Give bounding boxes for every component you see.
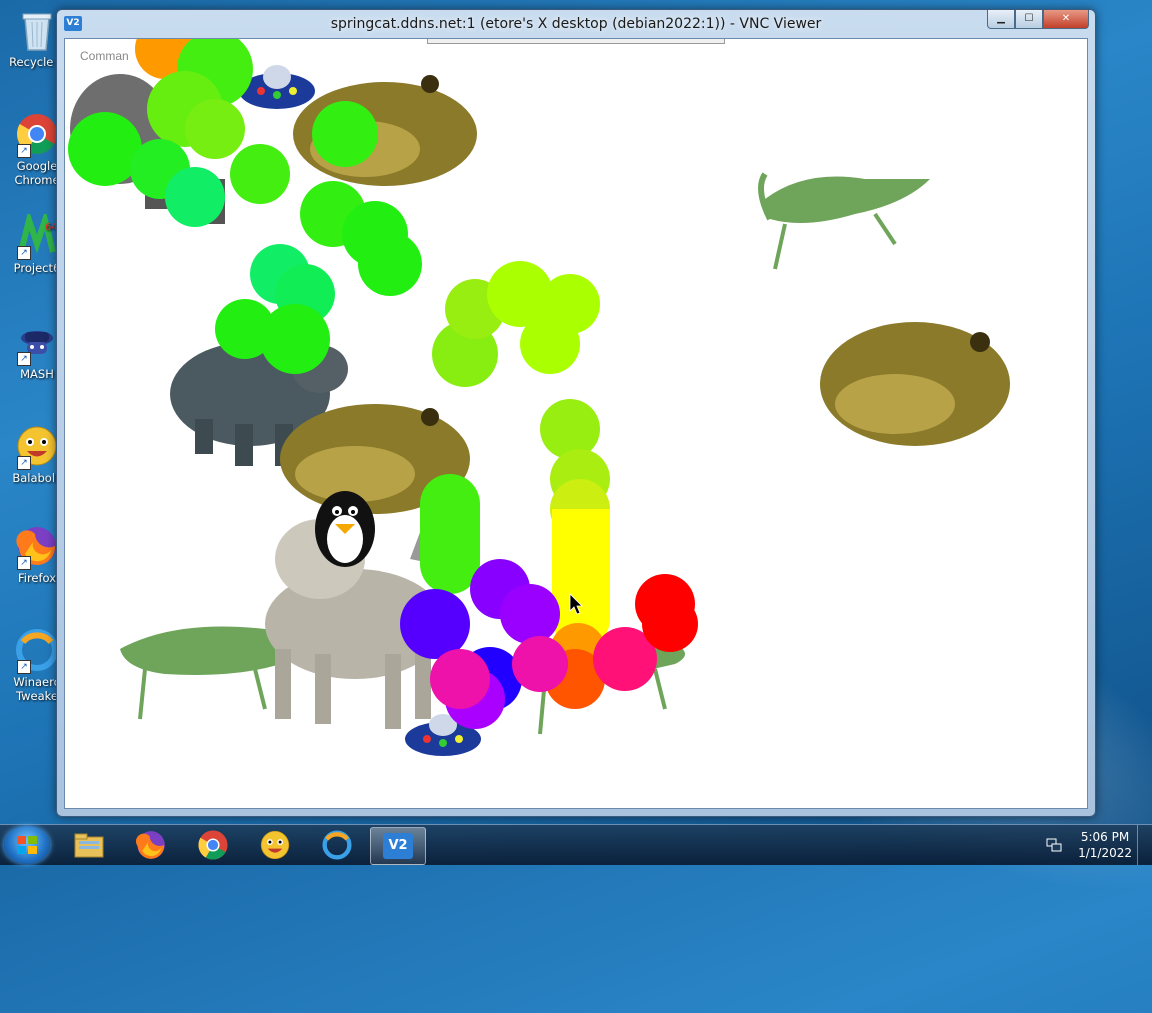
lizard-sticker — [758, 172, 930, 270]
file-explorer-icon — [74, 833, 104, 858]
remote-desktop-canvas[interactable]: Comman — [64, 38, 1088, 809]
minimize-button[interactable]: ▁ — [987, 10, 1015, 29]
winaero-tweaker-icon: ↗ — [15, 628, 59, 674]
taskbar-balabolka[interactable] — [248, 827, 302, 863]
balabolka-icon — [260, 830, 290, 860]
project64-icon: 64 ↗ — [15, 209, 59, 260]
paint-stroke-green-column — [420, 474, 480, 594]
recycle-bin-icon — [15, 8, 59, 52]
chrome-icon — [198, 830, 228, 860]
balabolka-icon: ↗ — [15, 424, 59, 470]
taskbar: V2 5:06 PM 1/1/2022 — [0, 824, 1152, 865]
clock-time: 5:06 PM — [1080, 830, 1130, 844]
shortcut-arrow-icon: ↗ — [17, 660, 31, 674]
minimize-icon: ▁ — [997, 13, 1005, 24]
frog-sticker — [820, 322, 1010, 446]
start-button[interactable] — [4, 826, 50, 864]
window-controls: ▁ ☐ ✕ — [987, 10, 1089, 29]
paint-canvas[interactable] — [65, 39, 1087, 808]
taskbar-chrome[interactable] — [186, 827, 240, 863]
winaero-tweaker-icon — [322, 830, 352, 860]
vnc-viewer-icon: V2 — [383, 833, 413, 859]
maximize-button[interactable]: ☐ — [1015, 10, 1043, 29]
penguin-sticker — [315, 491, 375, 567]
mash-icon: ↗ — [15, 320, 59, 366]
paint-stroke-green-topleft — [68, 39, 290, 227]
taskbar-file-explorer[interactable] — [62, 827, 116, 863]
maximize-icon: ☐ — [1024, 13, 1034, 24]
window-title: springcat.ddns.net:1 (etore's X desktop … — [330, 16, 822, 32]
shortcut-arrow-icon: ↗ — [17, 144, 31, 158]
shortcut-arrow-icon: ↗ — [17, 352, 31, 366]
taskbar-clock[interactable]: 5:06 PM 1/1/2022 — [1078, 829, 1132, 861]
close-icon: ✕ — [1061, 13, 1071, 24]
shortcut-arrow-icon: ↗ — [17, 556, 31, 570]
paint-stroke-lime-arc — [432, 261, 600, 387]
show-desktop-button[interactable] — [1137, 825, 1152, 865]
shortcut-arrow-icon: ↗ — [17, 246, 31, 260]
clock-date: 1/1/2022 — [1078, 846, 1132, 860]
taskbar-winaero-tweaker[interactable] — [310, 827, 364, 863]
windows-logo-icon — [17, 836, 37, 854]
firefox-icon — [135, 831, 165, 859]
window-titlebar[interactable]: V2 springcat.ddns.net:1 (etore's X deskt… — [57, 10, 1095, 38]
chrome-icon: ↗ — [15, 112, 59, 158]
close-button[interactable]: ✕ — [1043, 10, 1089, 29]
shortcut-arrow-icon: ↗ — [17, 456, 31, 470]
vnc-viewer-window[interactable]: V2 springcat.ddns.net:1 (etore's X deskt… — [56, 9, 1096, 817]
network-icon[interactable] — [1046, 837, 1062, 857]
taskbar-vnc-viewer[interactable]: V2 — [370, 827, 426, 865]
taskbar-firefox[interactable] — [124, 827, 178, 863]
firefox-icon: ↗ — [15, 524, 59, 570]
